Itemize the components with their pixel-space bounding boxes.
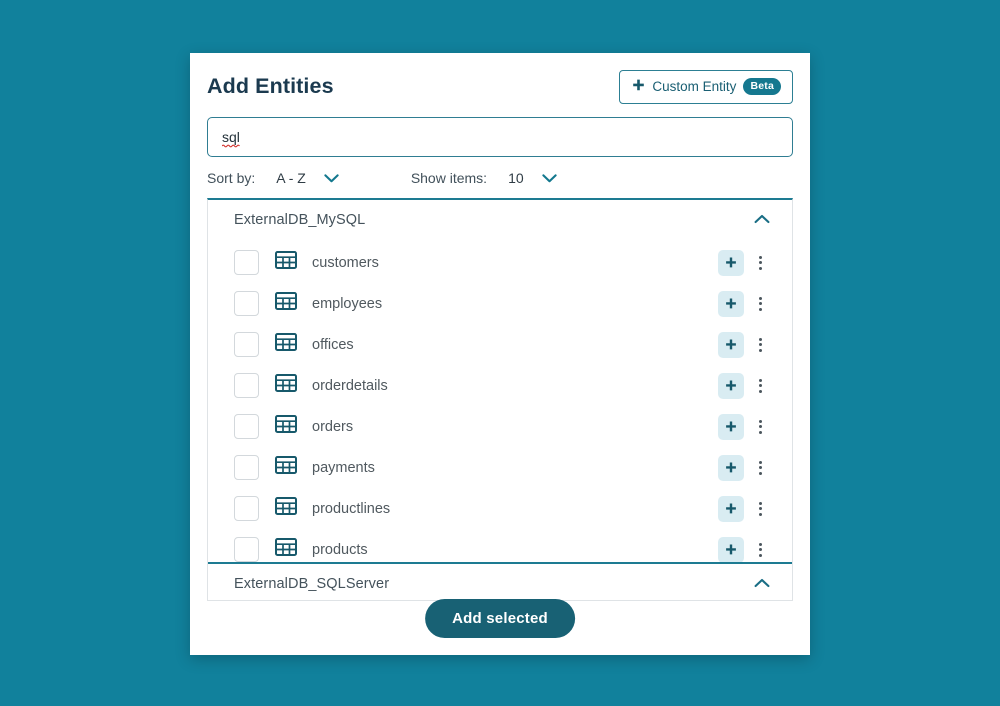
- plus-icon: [726, 339, 736, 349]
- entity-label: payments: [312, 459, 375, 476]
- add-selected-button[interactable]: Add selected: [425, 599, 575, 638]
- kebab-menu-icon[interactable]: [750, 419, 770, 434]
- entity-label: orders: [312, 418, 354, 435]
- add-entity-button[interactable]: [718, 331, 744, 358]
- kebab-menu-icon[interactable]: [750, 542, 770, 557]
- group-header-mysql[interactable]: ExternalDB_MySQL: [208, 200, 792, 240]
- add-entity-button[interactable]: [718, 290, 744, 317]
- list-item[interactable]: payments: [208, 447, 792, 488]
- table-icon: [275, 456, 297, 479]
- add-entities-dialog: Add Entities Custom Entity Beta Sort by:…: [190, 53, 810, 655]
- table-icon: [275, 374, 297, 397]
- sort-by-label: Sort by:: [207, 170, 256, 186]
- show-items-label: Show items:: [410, 170, 488, 186]
- table-icon: [275, 292, 297, 315]
- list-item[interactable]: orders: [208, 406, 792, 447]
- row-checkbox[interactable]: [234, 332, 259, 357]
- table-icon: [275, 538, 297, 561]
- plus-icon: [726, 380, 736, 390]
- plus-icon: [726, 503, 736, 513]
- search-section: [190, 111, 810, 157]
- add-entity-button[interactable]: [718, 413, 744, 440]
- list-item[interactable]: customers: [208, 242, 792, 283]
- show-items-control[interactable]: Show items: 10: [411, 170, 557, 186]
- custom-entity-label: Custom Entity: [652, 78, 737, 94]
- search-input[interactable]: [207, 117, 793, 157]
- row-checkbox[interactable]: [234, 537, 259, 562]
- entity-label: customers: [312, 254, 379, 271]
- kebab-menu-icon[interactable]: [750, 501, 770, 516]
- table-icon: [275, 251, 297, 274]
- plus-icon: [726, 421, 736, 431]
- plus-icon: [726, 462, 736, 472]
- row-checkbox[interactable]: [234, 250, 259, 275]
- entity-list: ExternalDB_MySQL customers employees off…: [207, 198, 793, 601]
- entity-label: products: [312, 541, 368, 558]
- page-title: Add Entities: [207, 73, 334, 98]
- table-icon: [275, 415, 297, 438]
- chevron-down-icon[interactable]: [324, 170, 339, 186]
- list-item[interactable]: orderdetails: [208, 365, 792, 406]
- chevron-down-icon[interactable]: [541, 170, 557, 186]
- kebab-menu-icon[interactable]: [750, 378, 770, 393]
- entity-label: offices: [312, 336, 354, 353]
- table-icon: [275, 497, 297, 520]
- list-item[interactable]: offices: [208, 324, 792, 365]
- row-checkbox[interactable]: [234, 291, 259, 316]
- entity-label: orderdetails: [312, 377, 388, 394]
- dialog-header: Add Entities Custom Entity Beta: [190, 53, 810, 111]
- plus-icon: [632, 79, 645, 95]
- add-entity-button[interactable]: [718, 372, 744, 399]
- group-title: ExternalDB_SQLServer: [234, 575, 390, 592]
- entity-label: productlines: [312, 500, 391, 517]
- add-entity-button[interactable]: [718, 536, 744, 563]
- chevron-up-icon[interactable]: [754, 575, 770, 593]
- add-entity-button[interactable]: [718, 249, 744, 276]
- show-items-value: 10: [508, 170, 524, 186]
- list-item[interactable]: productlines: [208, 488, 792, 529]
- plus-icon: [726, 298, 736, 308]
- plus-icon: [726, 257, 736, 267]
- entity-rows: customers employees offices orderdetails…: [208, 240, 792, 570]
- entity-label: employees: [312, 295, 383, 312]
- row-checkbox[interactable]: [234, 496, 259, 521]
- kebab-menu-icon[interactable]: [750, 255, 770, 270]
- row-checkbox[interactable]: [234, 455, 259, 480]
- sort-by-value: A - Z: [276, 170, 306, 186]
- kebab-menu-icon[interactable]: [750, 460, 770, 475]
- beta-badge: Beta: [743, 78, 781, 95]
- plus-icon: [726, 544, 736, 554]
- group-title: ExternalDB_MySQL: [234, 212, 366, 228]
- chevron-up-icon[interactable]: [754, 211, 770, 229]
- add-entity-button[interactable]: [718, 495, 744, 522]
- list-controls: Sort by: A - Z Show items: 10: [190, 157, 810, 198]
- kebab-menu-icon[interactable]: [750, 337, 770, 352]
- custom-entity-button[interactable]: Custom Entity Beta: [619, 69, 793, 104]
- row-checkbox[interactable]: [234, 373, 259, 398]
- group-header-sqlserver[interactable]: ExternalDB_SQLServer: [208, 564, 792, 600]
- table-icon: [275, 333, 297, 356]
- row-checkbox[interactable]: [234, 414, 259, 439]
- list-item[interactable]: employees: [208, 283, 792, 324]
- add-entity-button[interactable]: [718, 454, 744, 481]
- sort-by-control[interactable]: Sort by: A - Z: [207, 170, 339, 186]
- kebab-menu-icon[interactable]: [750, 296, 770, 311]
